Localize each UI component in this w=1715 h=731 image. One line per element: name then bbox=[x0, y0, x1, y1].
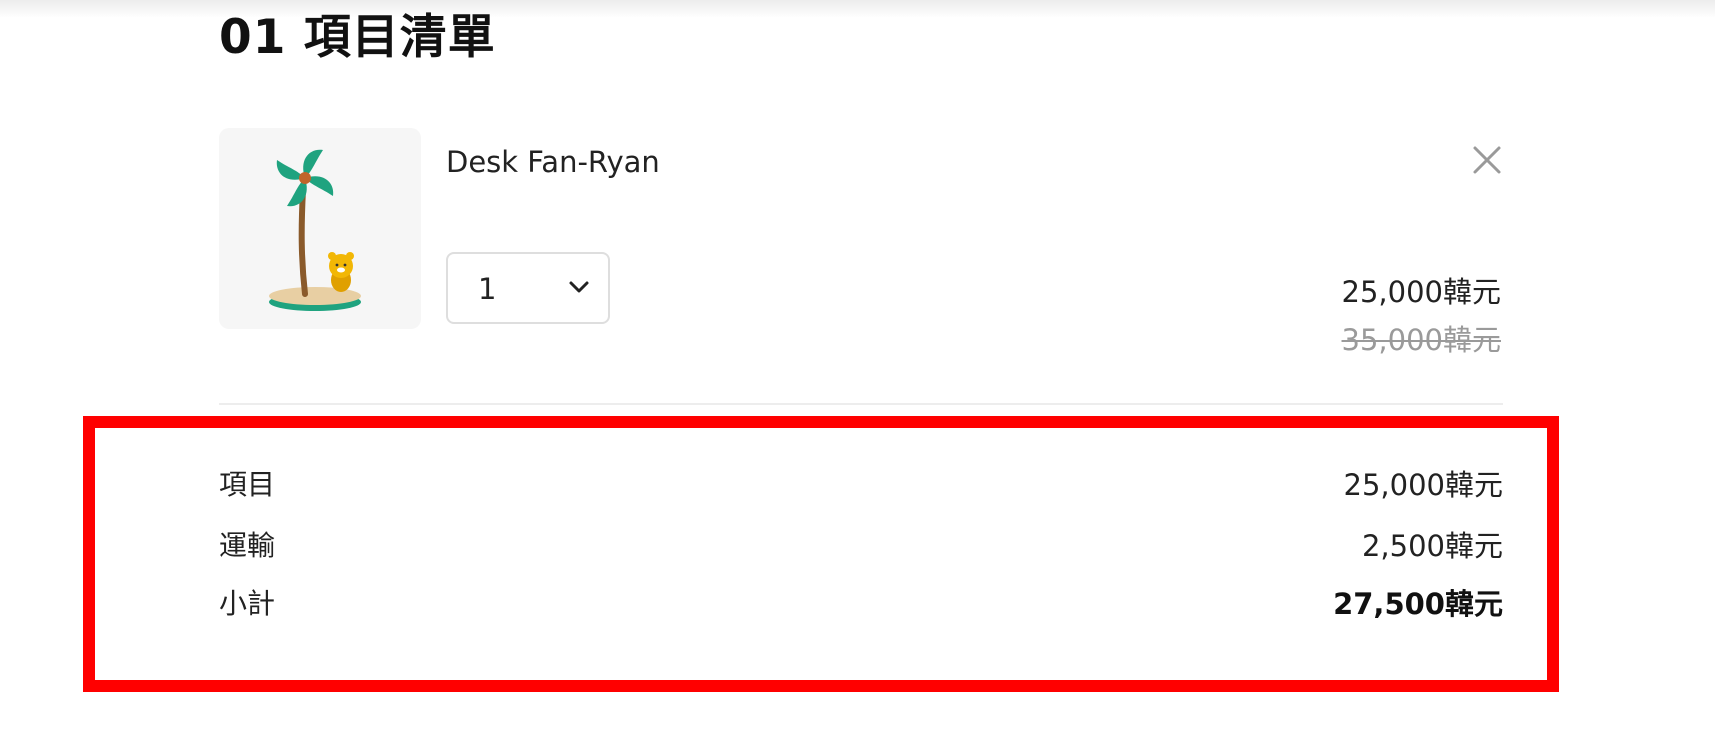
section-title: 01 項目清單 bbox=[219, 10, 496, 65]
summary-label: 項目 bbox=[219, 468, 276, 501]
summary-value: 2,500韓元 bbox=[1361, 529, 1503, 563]
summary-label: 小計 bbox=[219, 587, 276, 620]
chevron-down-icon bbox=[569, 281, 589, 293]
close-icon bbox=[1473, 146, 1501, 174]
desk-fan-image bbox=[269, 149, 361, 311]
item-original-price: 35,000韓元 bbox=[1341, 323, 1501, 357]
summary-row-items: 項目 25,000韓元 bbox=[219, 465, 1503, 505]
summary-row-subtotal: 小計 27,500韓元 bbox=[219, 584, 1503, 624]
divider bbox=[219, 403, 1503, 405]
summary-value: 25,000韓元 bbox=[1343, 468, 1503, 502]
product-name[interactable]: Desk Fan-Ryan bbox=[446, 142, 660, 182]
summary-row-shipping: 運輸 2,500韓元 bbox=[219, 526, 1503, 566]
summary-value: 27,500韓元 bbox=[1333, 587, 1503, 621]
product-thumbnail[interactable] bbox=[219, 128, 421, 329]
quantity-select[interactable]: 1 bbox=[446, 252, 610, 324]
item-price: 25,000韓元 bbox=[1341, 275, 1501, 309]
quantity-value: 1 bbox=[478, 272, 497, 306]
summary-label: 運輸 bbox=[219, 529, 276, 562]
remove-item-button[interactable] bbox=[1469, 142, 1505, 178]
